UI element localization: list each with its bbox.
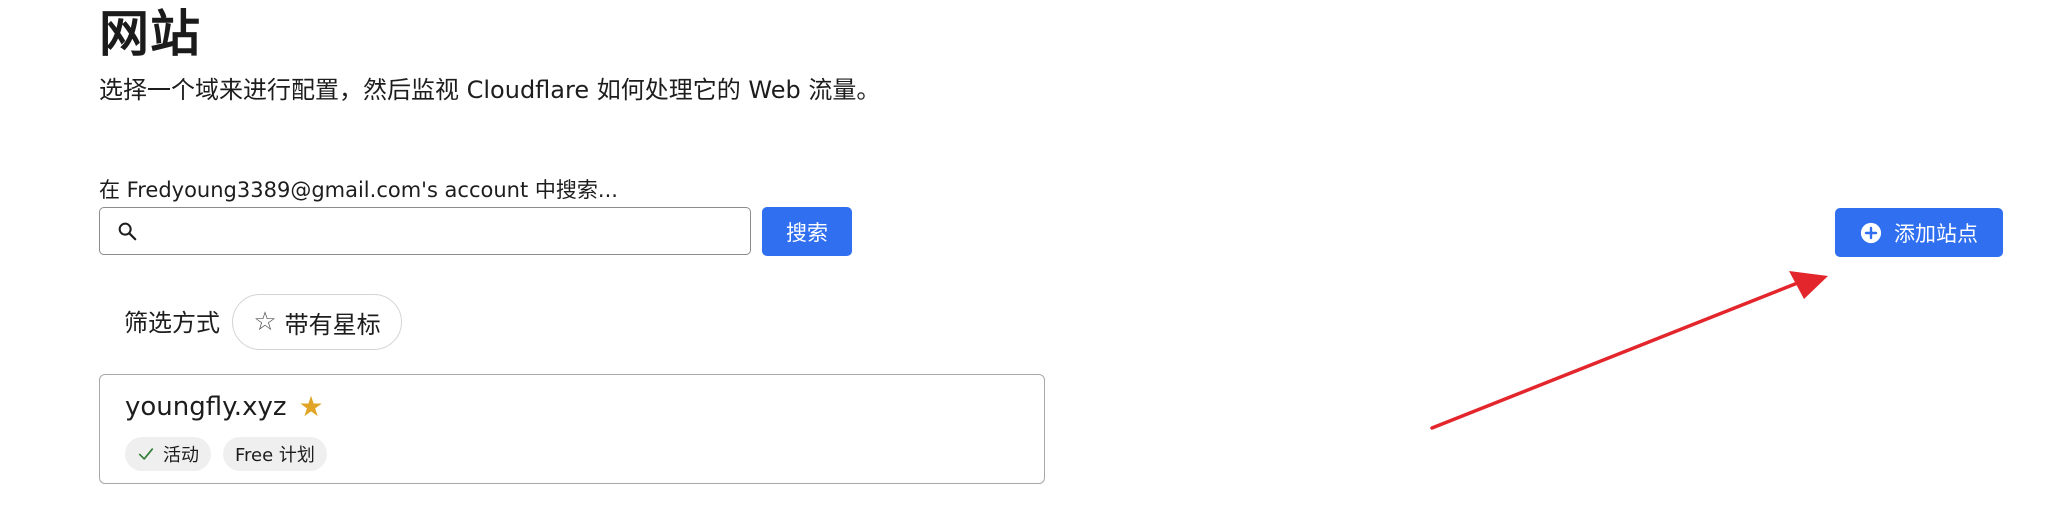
filter-label: 筛选方式 bbox=[124, 309, 220, 337]
plus-circle-icon bbox=[1860, 222, 1882, 243]
check-icon bbox=[138, 448, 154, 460]
add-site-button[interactable]: 添加站点 bbox=[1835, 208, 2003, 257]
plan-badge-label: Free 计划 bbox=[235, 445, 315, 466]
filter-chip-label: 带有星标 bbox=[284, 310, 381, 339]
page-title: 网站 bbox=[99, 5, 201, 63]
site-name-row: youngfly.xyz ★ bbox=[125, 387, 324, 427]
search-label: 在 Fredyoung3389@gmail.com's account 中搜索.… bbox=[99, 178, 618, 202]
star-filled-icon[interactable]: ★ bbox=[299, 393, 324, 421]
star-outline-icon: ☆ bbox=[253, 307, 277, 337]
filter-chip-starred[interactable]: ☆ 带有星标 bbox=[232, 294, 402, 350]
search-field[interactable] bbox=[99, 207, 751, 255]
search-button[interactable]: 搜索 bbox=[762, 207, 852, 256]
status-badge-label: 活动 bbox=[163, 445, 199, 466]
site-card[interactable]: youngfly.xyz ★ 活动 Free 计划 bbox=[99, 374, 1045, 484]
search-icon bbox=[118, 222, 137, 241]
plan-badge: Free 计划 bbox=[223, 437, 327, 471]
add-site-label: 添加站点 bbox=[1894, 221, 1978, 246]
page-subtitle: 选择一个域来进行配置，然后监视 Cloudflare 如何处理它的 Web 流量… bbox=[99, 76, 881, 104]
search-input[interactable] bbox=[148, 207, 740, 255]
status-badge: 活动 bbox=[125, 437, 211, 471]
site-name: youngfly.xyz bbox=[125, 392, 287, 422]
site-badges: 活动 Free 计划 bbox=[125, 437, 327, 471]
